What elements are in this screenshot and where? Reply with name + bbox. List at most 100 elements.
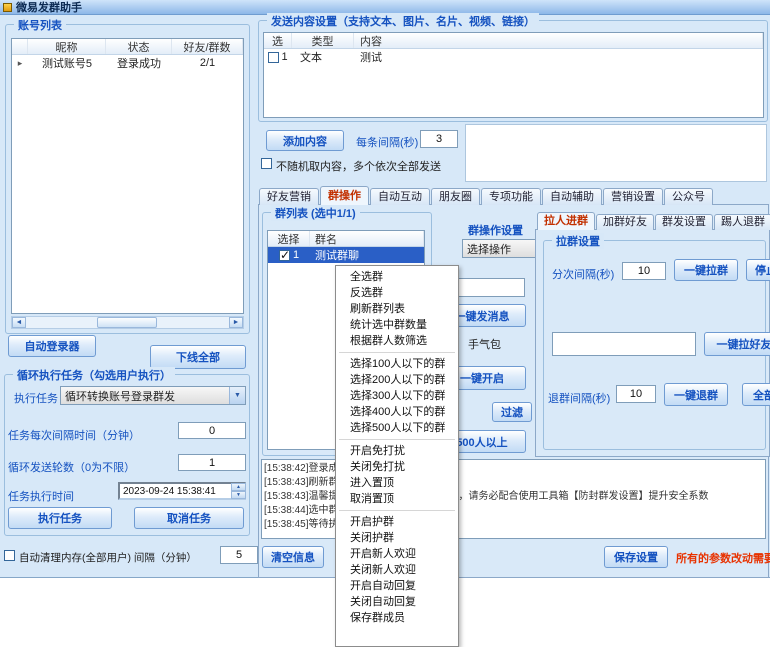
pull-tab-3[interactable]: 踢人退群 [714, 214, 770, 230]
menu-item-7[interactable]: 选择200人以下的群 [336, 372, 458, 388]
clear-log-button[interactable]: 清空信息 [262, 546, 324, 568]
spinner-down-icon[interactable]: ▼ [231, 491, 246, 499]
menu-item-9[interactable]: 选择400人以下的群 [336, 404, 458, 420]
add-content-button[interactable]: 添加内容 [266, 130, 344, 151]
group-row-select-cell: 1 [268, 249, 310, 261]
task-interval-input[interactable]: 0 [178, 422, 246, 439]
menu-item-14[interactable]: 进入置顶 [336, 475, 458, 491]
menu-item-4[interactable]: 根据群人数筛选 [336, 333, 458, 349]
menu-item-20[interactable]: 关闭新人欢迎 [336, 562, 458, 578]
random-content-checkbox[interactable] [261, 158, 272, 169]
pull-group-button[interactable]: 一键拉群 [674, 259, 738, 281]
spinner-up-icon[interactable]: ▲ [231, 483, 246, 491]
group-col-select[interactable]: 选择 [268, 231, 310, 246]
pull-tab-0[interactable]: 拉人进群 [537, 212, 595, 230]
accounts-group-title: 账号列表 [14, 17, 66, 33]
content-row-checkbox[interactable] [268, 52, 279, 63]
menu-item-1[interactable]: 反选群 [336, 285, 458, 301]
account-row[interactable]: ▸ 测试账号5 登录成功 2/1 [12, 55, 243, 71]
content-preview-box [465, 124, 767, 182]
group-ops-value: 选择操作 [463, 240, 535, 257]
main-tab-0[interactable]: 好友营销 [259, 188, 319, 205]
account-row-marker: ▸ [12, 58, 28, 69]
menu-item-21[interactable]: 开启自动回复 [336, 578, 458, 594]
content-group-title: 发送内容设置（支持文本、图片、名片、视频、链接） [267, 13, 539, 29]
memory-clean-checkbox[interactable] [4, 550, 15, 561]
pull-tab-1[interactable]: 加群好友 [596, 214, 654, 230]
menu-item-3[interactable]: 统计选中群数量 [336, 317, 458, 333]
accounts-col-nick[interactable]: 昵称 [28, 39, 106, 54]
menu-item-22[interactable]: 关闭自动回复 [336, 594, 458, 610]
pull-gap-input[interactable]: 10 [622, 262, 666, 280]
memory-interval-input[interactable]: 5 [220, 546, 258, 564]
task-time-input[interactable]: 2023-09-24 15:38:41 [118, 482, 246, 500]
accounts-table-header: 昵称 状态 好友/群数 [12, 39, 243, 55]
main-tab-1[interactable]: 群操作 [320, 186, 369, 205]
content-col-type[interactable]: 类型 [292, 33, 354, 48]
task-time-label: 任务执行时间 [8, 488, 74, 504]
menu-item-12[interactable]: 开启免打扰 [336, 443, 458, 459]
group-row-index: 1 [293, 249, 299, 261]
menu-item-0[interactable]: 全选群 [336, 269, 458, 285]
quit-all-button[interactable]: 全部 [742, 383, 770, 406]
gap-input[interactable]: 3 [420, 130, 458, 148]
gap-label: 每条间隔(秒) [356, 134, 418, 150]
menu-item-6[interactable]: 选择100人以下的群 [336, 356, 458, 372]
accounts-col-count[interactable]: 好友/群数 [172, 39, 243, 54]
main-tab-strip: 好友营销群操作自动互动朋友圈专项功能自动辅助营销设置公众号 [259, 186, 714, 205]
content-row-select-cell: 1 [264, 51, 292, 63]
menu-item-18[interactable]: 关闭护群 [336, 530, 458, 546]
main-tab-6[interactable]: 营销设置 [603, 188, 663, 205]
menu-item-17[interactable]: 开启护群 [336, 514, 458, 530]
accounts-hscroll-track[interactable] [26, 317, 229, 328]
main-tab-4[interactable]: 专项功能 [481, 188, 541, 205]
pull-tab-2[interactable]: 群发设置 [655, 214, 713, 230]
group-row-name: 测试群聊 [310, 247, 424, 263]
accounts-hscroll-thumb[interactable] [97, 317, 157, 328]
menu-separator [339, 352, 455, 353]
menu-item-10[interactable]: 选择500人以下的群 [336, 420, 458, 436]
stop-pull-button[interactable]: 停止 [746, 259, 770, 281]
main-tab-7[interactable]: 公众号 [664, 188, 713, 205]
scroll-right-icon[interactable]: ► [229, 317, 243, 328]
offline-all-button[interactable]: 下线全部 [150, 345, 246, 369]
menu-item-23[interactable]: 保存群成员 [336, 610, 458, 626]
group-table-header: 选择 群名 [268, 231, 424, 247]
content-col-select[interactable]: 选 [264, 33, 292, 48]
account-status: 登录成功 [106, 55, 172, 71]
cancel-task-button[interactable]: 取消任务 [134, 507, 244, 529]
scroll-left-icon[interactable]: ◄ [12, 317, 26, 328]
quit-group-button[interactable]: 一键退群 [664, 383, 728, 406]
save-settings-button[interactable]: 保存设置 [604, 546, 668, 568]
menu-item-2[interactable]: 刷新群列表 [336, 301, 458, 317]
group-row-checkbox[interactable] [279, 250, 290, 261]
accounts-col-status[interactable]: 状态 [106, 39, 172, 54]
task-rounds-input[interactable]: 1 [178, 454, 246, 471]
menu-item-8[interactable]: 选择300人以下的群 [336, 388, 458, 404]
content-row[interactable]: 1 文本 测试 [264, 49, 763, 65]
auto-login-button[interactable]: 自动登录器 [8, 335, 96, 357]
middle-search-input[interactable] [455, 278, 525, 297]
accounts-hscrollbar[interactable]: ◄ ► [11, 316, 244, 329]
group-row[interactable]: 1 测试群聊 [268, 247, 424, 263]
main-tab-3[interactable]: 朋友圈 [431, 188, 480, 205]
run-task-button[interactable]: 执行任务 [8, 507, 112, 529]
content-col-content[interactable]: 内容 [354, 33, 763, 48]
menu-item-15[interactable]: 取消置顶 [336, 491, 458, 507]
pull-target-input[interactable] [552, 332, 696, 356]
group-col-name[interactable]: 群名 [310, 231, 424, 246]
exec-task-select[interactable]: 循环转换账号登录群发 ▼ [60, 386, 246, 405]
menu-item-13[interactable]: 关闭免打扰 [336, 459, 458, 475]
invite-friend-button[interactable]: 一键拉好友 [704, 332, 770, 356]
content-table[interactable]: 选 类型 内容 1 文本 测试 [263, 32, 764, 118]
memory-clean-label: 自动清理内存(全部用户) 间隔（分钟） [19, 550, 197, 565]
main-tab-5[interactable]: 自动辅助 [542, 188, 602, 205]
task-group-title: 循环执行任务（勾选用户执行） [13, 367, 175, 383]
filter-button[interactable]: 过滤 [492, 402, 532, 422]
accounts-table[interactable]: 昵称 状态 好友/群数 ▸ 测试账号5 登录成功 2/1 [11, 38, 244, 314]
chevron-down-icon[interactable]: ▼ [229, 387, 245, 404]
task-time-spinner[interactable]: ▲ ▼ [231, 483, 246, 499]
quit-gap-input[interactable]: 10 [616, 385, 656, 403]
menu-item-19[interactable]: 开启新人欢迎 [336, 546, 458, 562]
main-tab-2[interactable]: 自动互动 [370, 188, 430, 205]
